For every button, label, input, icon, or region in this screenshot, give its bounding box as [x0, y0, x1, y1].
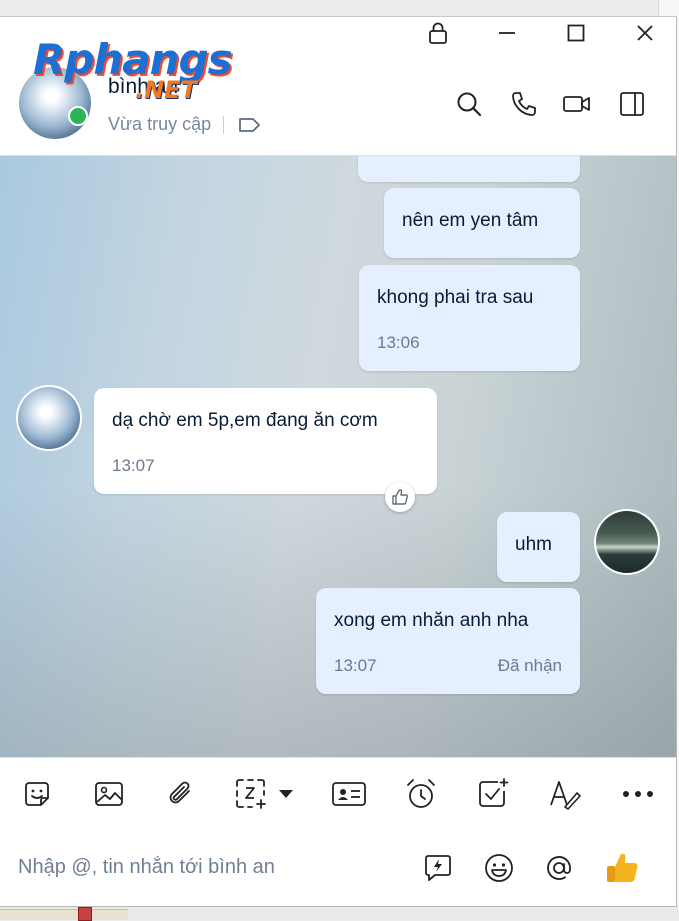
message-bubble[interactable]: uhm — [497, 512, 580, 582]
message-text: nên em yen tâm — [402, 210, 539, 231]
message-bubble[interactable]: khong phai tra sau 13:06 — [359, 265, 580, 371]
sidebar-toggle-button[interactable] — [617, 89, 647, 119]
like-icon — [604, 850, 640, 886]
desktop-taskbar-fragment — [0, 909, 128, 920]
message-bubble[interactable]: nên em yen tâm — [384, 188, 580, 258]
text-format-button[interactable] — [546, 776, 582, 812]
screenshot-options-button[interactable] — [274, 776, 298, 812]
quick-message-icon — [422, 852, 454, 884]
attach-file-button[interactable] — [163, 776, 199, 812]
thumbs-up-icon — [390, 487, 410, 507]
minimize-icon — [497, 23, 517, 43]
emoji-icon — [483, 852, 515, 884]
mention-icon — [543, 852, 575, 884]
image-button[interactable] — [91, 776, 127, 812]
watermark-logo: Rphangs .NET — [33, 35, 243, 125]
chevron-down-icon — [277, 788, 295, 800]
message-bubble[interactable]: xong em nhăn anh nha 13:07 Đã nhận — [316, 588, 580, 694]
reminder-clock-icon — [404, 777, 438, 811]
chat-window: bình an Rphangs .NET Vừa truy cập nên em… — [0, 16, 677, 907]
search-button[interactable] — [454, 89, 484, 119]
search-icon — [455, 90, 483, 118]
text-format-icon — [547, 777, 581, 811]
message-bubble[interactable]: dạ chờ em 5p,em đang ăn cơm 13:07 — [94, 388, 437, 494]
reaction-button[interactable] — [385, 482, 415, 512]
close-button[interactable] — [615, 17, 675, 49]
watermark-logo-suffix: .NET — [135, 76, 197, 104]
assign-task-button[interactable] — [475, 776, 511, 812]
watermark-logo-text: Rphangs — [33, 35, 233, 84]
screenshot-icon — [234, 777, 268, 811]
more-icon — [622, 790, 654, 798]
message-time: 13:07 — [334, 656, 377, 675]
delivery-status: Đã nhận — [497, 656, 562, 675]
quick-message-button[interactable] — [420, 850, 456, 886]
voice-call-button[interactable] — [509, 89, 539, 119]
task-check-icon — [476, 777, 510, 811]
message-list[interactable]: nên em yen tâm khong phai tra sau 13:06 … — [0, 156, 676, 757]
screenshot-button[interactable] — [233, 776, 269, 812]
send-like-button[interactable] — [602, 850, 642, 886]
tag-button[interactable] — [238, 116, 262, 134]
maximize-button[interactable] — [546, 17, 606, 49]
message-text: xong em nhăn anh nha — [334, 610, 529, 631]
message-text: khong phai tra sau — [377, 287, 534, 308]
sticker-button[interactable] — [19, 776, 55, 812]
minimize-button[interactable] — [477, 17, 537, 49]
send-contact-card-button[interactable] — [331, 776, 367, 812]
mention-button[interactable] — [541, 850, 577, 886]
emoji-button[interactable] — [481, 850, 517, 886]
message-time: 13:06 — [377, 333, 420, 352]
message-bubble-partial[interactable] — [358, 156, 580, 182]
video-call-button[interactable] — [562, 89, 592, 119]
phone-icon — [510, 90, 538, 118]
message-input[interactable] — [18, 850, 398, 884]
status-divider — [223, 115, 225, 134]
sender-avatar[interactable] — [18, 387, 80, 449]
image-icon — [93, 778, 125, 810]
desktop-background-bottom — [0, 905, 679, 921]
message-composer — [0, 830, 676, 906]
sidebar-toggle-icon — [618, 90, 646, 118]
message-text: uhm — [515, 534, 552, 555]
more-options-button[interactable] — [620, 776, 656, 812]
attachment-icon — [165, 778, 197, 810]
message-text: dạ chờ em 5p,em đang ăn cơm — [112, 410, 378, 431]
message-time: 13:07 — [112, 456, 155, 475]
tag-icon — [238, 116, 262, 134]
contact-status-row: Vừa truy cập — [108, 114, 262, 135]
lock-button[interactable] — [408, 17, 468, 49]
composer-toolbar — [0, 757, 676, 831]
reminder-button[interactable] — [403, 776, 439, 812]
maximize-icon — [566, 23, 586, 43]
contact-card-icon — [331, 778, 367, 810]
lock-icon — [427, 21, 449, 45]
my-avatar[interactable] — [596, 511, 658, 573]
video-call-icon — [562, 90, 592, 118]
close-icon — [635, 23, 655, 43]
last-seen-status: Vừa truy cập — [108, 114, 212, 134]
sticker-icon — [21, 778, 53, 810]
